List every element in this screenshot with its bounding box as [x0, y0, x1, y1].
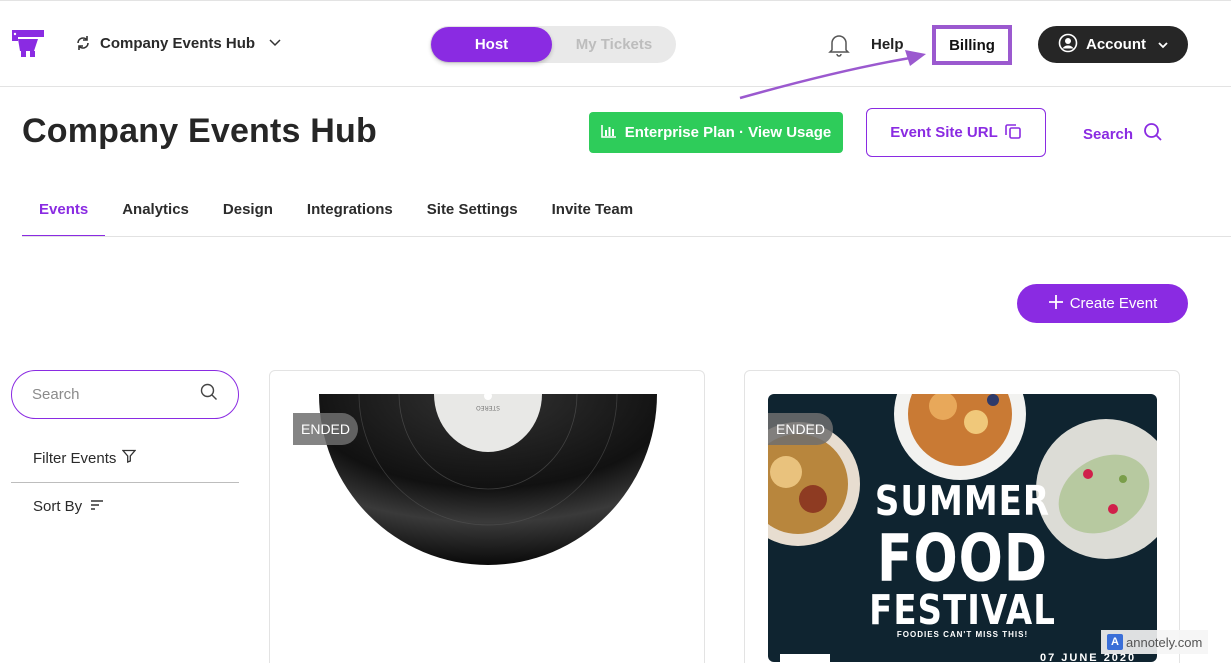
sidebar-divider [11, 482, 239, 483]
tabs-divider [22, 236, 1231, 237]
page-title: Company Events Hub [22, 112, 377, 150]
billing-link[interactable]: Billing [932, 25, 1012, 65]
tab-invite-team[interactable]: Invite Team [535, 195, 650, 237]
help-link[interactable]: Help [871, 36, 904, 53]
event-status-badge: ENDED [293, 413, 359, 445]
tab-design[interactable]: Design [206, 195, 290, 237]
event-card[interactable]: ENDED STEREO [269, 370, 705, 663]
switch-icon [74, 34, 92, 52]
watermark: A annotely.com [1101, 630, 1209, 654]
chevron-down-icon [1158, 36, 1168, 53]
org-name: Company Events Hub [100, 34, 256, 52]
poster-featuring-bar [780, 654, 830, 662]
page-search-label: Search [1083, 125, 1134, 143]
org-switcher[interactable]: Company Events Hub [74, 34, 281, 52]
sort-lines-icon [90, 498, 104, 515]
filter-events-label: Filter Events [33, 449, 117, 467]
tab-site-settings[interactable]: Site Settings [410, 195, 535, 237]
event-status-badge: ENDED [768, 413, 834, 445]
sort-by-label: Sort By [33, 498, 83, 515]
tab-integrations[interactable]: Integrations [290, 195, 410, 237]
filter-funnel-icon [121, 449, 137, 467]
account-label: Account [1086, 36, 1146, 53]
app-logo-icon[interactable] [10, 27, 46, 59]
enterprise-plan-button[interactable]: Enterprise Plan · View Usage [589, 112, 843, 153]
event-site-url-button[interactable]: Event Site URL [866, 108, 1046, 157]
enterprise-plan-label: Enterprise Plan · View Usage [624, 124, 832, 141]
account-menu-button[interactable]: Account [1038, 26, 1188, 63]
search-icon [1143, 122, 1163, 146]
event-card[interactable]: ENDED SUMMER FOOD FESTIVAL FOODIES CAN'T… [744, 370, 1180, 663]
svg-text:STEREO: STEREO [476, 404, 500, 411]
create-event-button[interactable]: Create Event [1017, 284, 1188, 323]
tab-analytics[interactable]: Analytics [105, 195, 206, 237]
search-icon[interactable] [200, 383, 218, 406]
chevron-down-icon [269, 39, 281, 47]
mode-my-tickets-button[interactable]: My Tickets [552, 27, 676, 62]
top-bar: Company Events Hub Host My Tickets Help … [0, 0, 1231, 87]
mode-toggle: Host My Tickets [430, 26, 676, 63]
copy-icon [1004, 122, 1022, 144]
main-tabs: Events Analytics Design Integrations Sit… [22, 195, 650, 237]
sort-by-button[interactable]: Sort By [33, 498, 104, 515]
watermark-text: annotely.com [1126, 634, 1203, 650]
page-search-button[interactable]: Search [1083, 122, 1163, 146]
annotely-logo-icon: A [1107, 634, 1123, 650]
user-avatar-icon [1058, 33, 1078, 57]
poster-line-3: FESTIVAL [869, 587, 1056, 635]
filter-events-button[interactable]: Filter Events [33, 449, 137, 467]
vinyl-record-image: STEREO [319, 394, 657, 565]
notifications-bell-icon[interactable] [828, 33, 850, 57]
create-event-label: Create Event [1069, 295, 1158, 312]
event-site-url-label: Event Site URL [890, 124, 998, 141]
mode-host-button[interactable]: Host [431, 27, 552, 62]
poster-line-2: FOOD [876, 521, 1049, 597]
poster-line-1: SUMMER [874, 478, 1051, 526]
event-search-input[interactable] [32, 386, 182, 403]
poster-tagline: FOODIES CAN'T MISS THIS! [896, 630, 1029, 639]
tab-events[interactable]: Events [22, 195, 106, 237]
plus-icon [1048, 294, 1064, 314]
bar-chart-icon [600, 124, 617, 142]
event-search-box [11, 370, 239, 419]
